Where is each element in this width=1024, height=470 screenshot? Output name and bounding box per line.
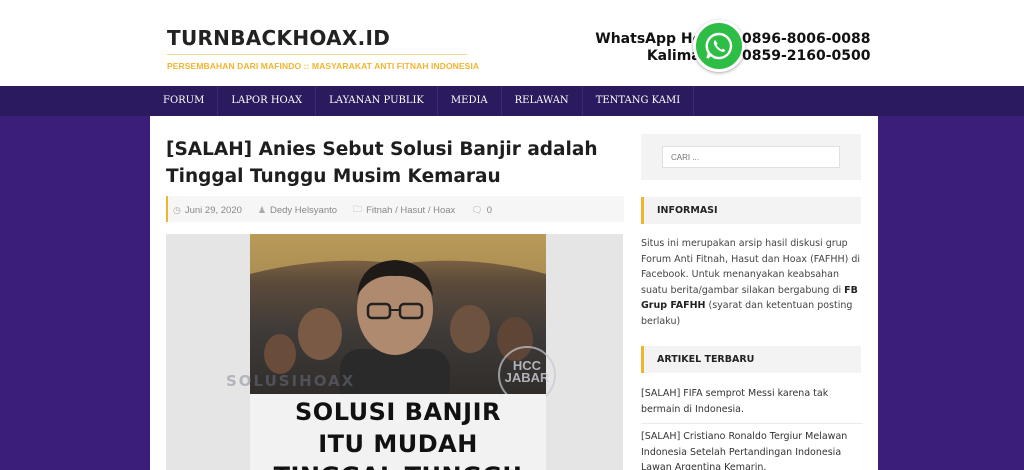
recent-articles-list: [SALAH] FIFA semprot Messi karena tak be… [641,386,863,470]
whatsapp-icon[interactable] [693,20,745,72]
poster-line-2: ITU MUDAH [318,430,478,458]
clock-icon: ◷ [173,204,181,215]
site-title[interactable]: TURNBACKHOAX.ID [167,26,390,50]
post-date[interactable]: Juni 29, 2020 [185,205,242,216]
main-nav: FORUM LAPOR HOAX LAYANAN PUBLIK MEDIA RE… [0,86,1024,116]
search-input[interactable] [662,146,840,168]
comment-icon: 🗨 [471,204,483,215]
folder-icon: 🗀 [353,204,363,214]
image-watermark: SOLUSIHOAX [226,372,356,390]
nav-item-forum[interactable]: FORUM [150,86,219,116]
article-meta: ◷ Juni 29, 2020 ♟ Dedy Helsyanto 🗀 Fitna… [173,202,623,218]
nav-item-media[interactable]: MEDIA [438,86,502,116]
phone-number-1[interactable]: 0896-8006-0088 [742,31,871,48]
nav-item-relawan[interactable]: RELAWAN [502,86,583,116]
whatsapp-numbers: 0896-8006-0088 0859-2160-0500 [742,31,871,65]
informasi-text: Situs ini merupakan arsip hasil diskusi … [641,236,863,329]
nav-item-lapor-hoax[interactable]: LAPOR HOAX [218,86,317,116]
recent-articles-heading: ARTIKEL TERBARU [641,346,861,373]
informasi-text-1: Situs ini merupakan arsip hasil diskusi … [641,238,861,296]
featured-image: HCC JABAR SOLUSIHOAX SOLUSI BANJIR ITU M… [166,234,623,470]
site-tagline: PERSEMBAHAN DARI MAFINDO :: MASYARAKAT A… [167,61,480,71]
nav-item-layanan-publik[interactable]: LAYANAN PUBLIK [316,86,438,116]
post-comments[interactable]: 0 [487,205,492,216]
poster-line-3: TINGGAL TUNGGU [250,462,546,470]
site-header: TURNBACKHOAX.ID PERSEMBAHAN DARI MAFINDO… [0,0,1024,86]
poster-text: SOLUSI BANJIR ITU MUDAH TINGGAL TUNGGU [250,394,546,470]
phone-number-2[interactable]: 0859-2160-0500 [742,48,871,65]
search-widget [641,134,861,180]
informasi-heading: INFORMASI [641,197,861,224]
title-divider [167,54,467,55]
recent-article-link[interactable]: [SALAH] Cristiano Ronaldo Tergiur Melawa… [641,429,863,470]
post-author[interactable]: Dedy Helsyanto [270,205,337,216]
nav-item-tentang-kami[interactable]: TENTANG KAMI [583,86,695,116]
user-icon: ♟ [257,204,266,215]
article-title: [SALAH] Anies Sebut Solusi Banjir adalah… [166,139,598,187]
post-categories[interactable]: Fitnah / Hasut / Hoax [366,205,455,216]
recent-article-link[interactable]: [SALAH] FIFA semprot Messi karena tak be… [641,386,863,424]
poster-line-1: SOLUSI BANJIR [295,398,501,426]
